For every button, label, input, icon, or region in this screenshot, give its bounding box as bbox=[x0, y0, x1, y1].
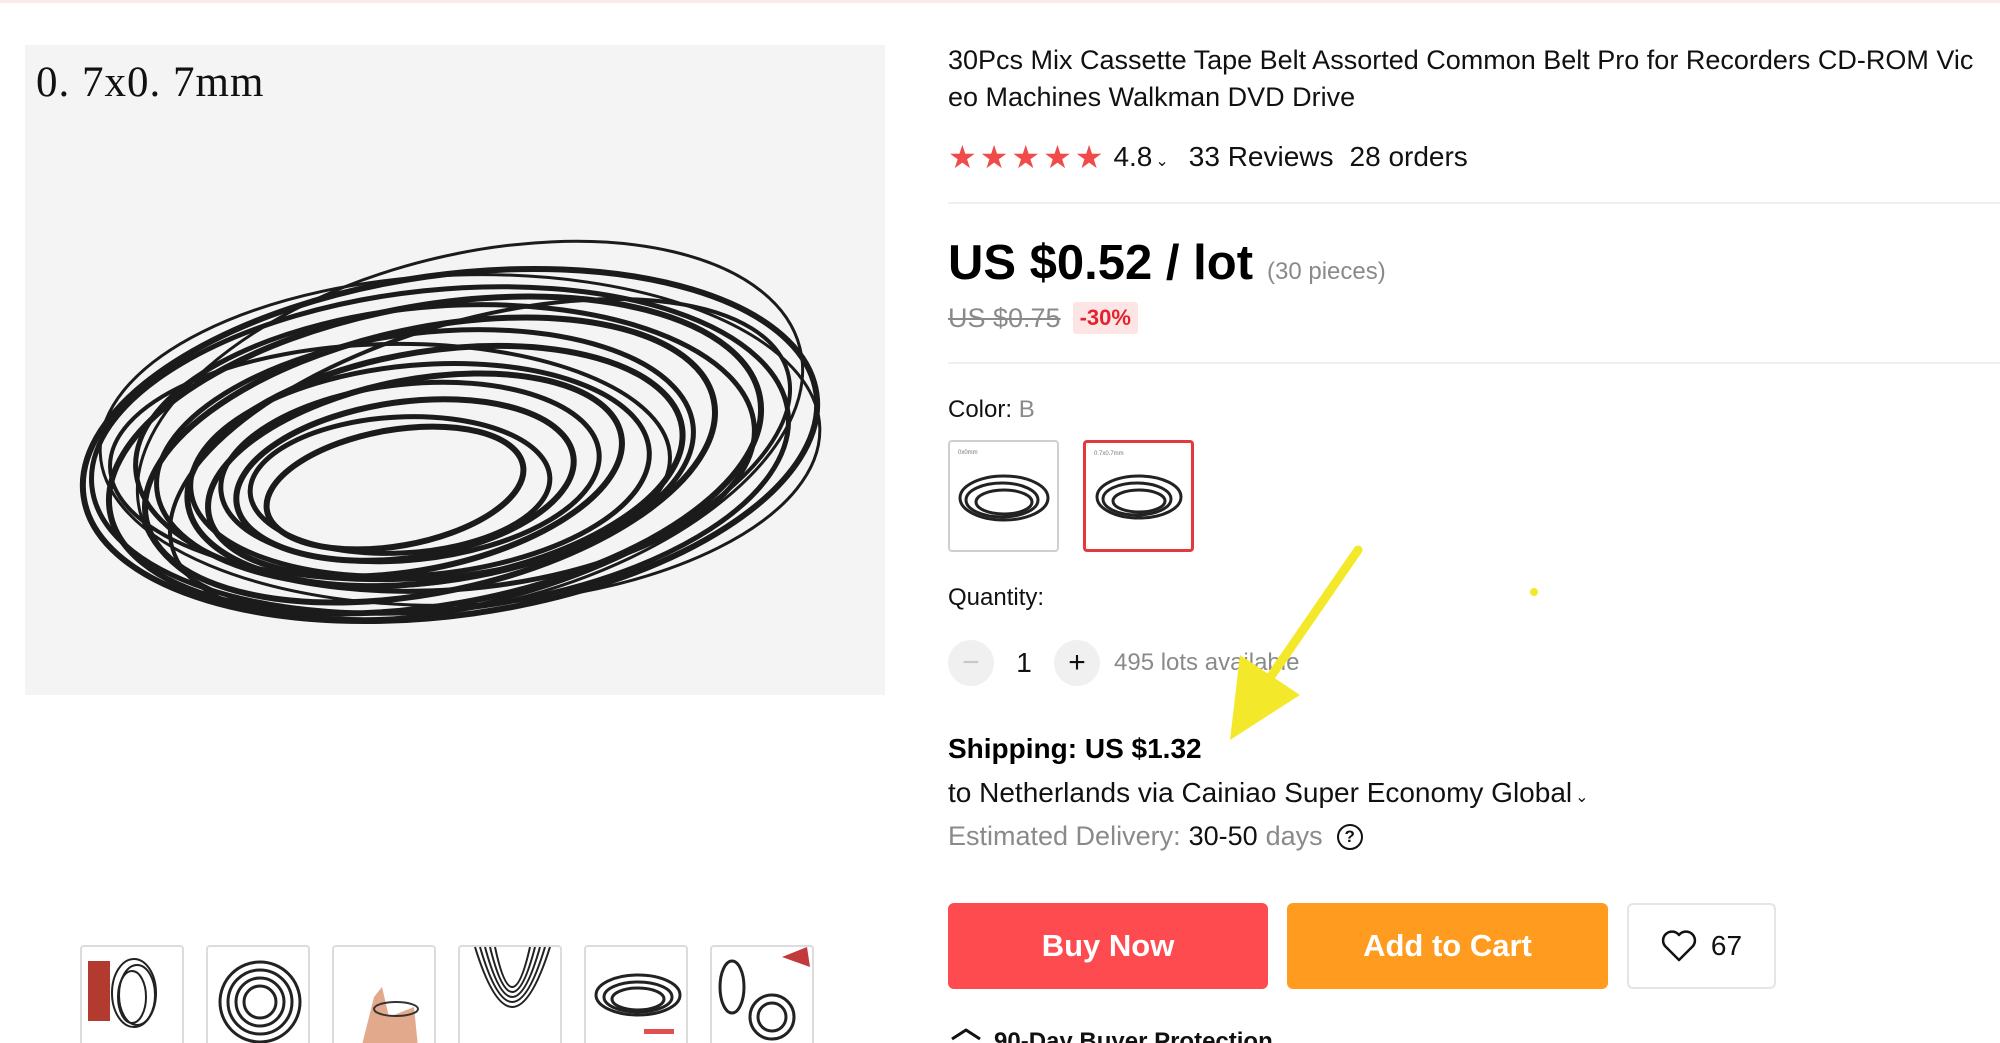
quantity-increase-button[interactable]: + bbox=[1054, 640, 1100, 686]
star-icon: ★ bbox=[1043, 139, 1072, 175]
orders-count: 28 orders bbox=[1349, 141, 1468, 172]
star-icon: ★ bbox=[948, 139, 977, 175]
top-rule bbox=[0, 0, 2000, 3]
thumbnail-6[interactable] bbox=[710, 945, 814, 1043]
delivery-unit: days bbox=[1265, 821, 1323, 851]
shield-icon bbox=[951, 1028, 981, 1041]
swatch-image bbox=[1095, 474, 1183, 520]
shipping-route: to Netherlands via Cainiao Super Economy… bbox=[948, 777, 1573, 808]
chevron-down-icon: ⌄ bbox=[1575, 789, 1589, 806]
original-price-row: US $0.75 -30% bbox=[948, 302, 1138, 334]
color-option-a[interactable]: 0x0mm bbox=[948, 440, 1059, 552]
swatch-tag: 0.7x0.7mm bbox=[1094, 451, 1124, 457]
divider bbox=[948, 362, 2000, 364]
thumbnail-strip bbox=[80, 945, 814, 1043]
belt-coil-illustration bbox=[79, 239, 822, 625]
thumbnail-5[interactable] bbox=[584, 945, 688, 1043]
add-to-cart-button[interactable]: Add to Cart bbox=[1287, 903, 1608, 989]
annotation-dot bbox=[1530, 588, 1538, 596]
current-price: US $0.52 / lot bbox=[948, 236, 1254, 290]
thumbnail-4[interactable] bbox=[458, 945, 562, 1043]
rating-value: 4.8 bbox=[1113, 141, 1153, 172]
wishlist-count: 67 bbox=[1710, 930, 1743, 961]
price-row: US $0.52 / lot (30 pieces) bbox=[948, 235, 1386, 291]
rating-value-dropdown[interactable]: 4.8 ⌄ bbox=[1113, 141, 1168, 173]
price-pieces: (30 pieces) bbox=[1267, 258, 1386, 285]
wishlist-button[interactable]: 67 bbox=[1627, 903, 1776, 989]
divider bbox=[948, 202, 2000, 204]
star-icon: ★ bbox=[1074, 139, 1104, 175]
buyer-protection-label: 90-Day Buyer Protection bbox=[994, 1028, 1273, 1043]
product-title-line-2: eo Machines Walkman DVD Drive bbox=[948, 82, 1356, 112]
thumbnail-1[interactable] bbox=[80, 945, 184, 1043]
delivery-label: Estimated Delivery: bbox=[948, 821, 1181, 851]
product-title-line-1: 30Pcs Mix Cassette Tape Belt Assorted Co… bbox=[948, 45, 1974, 75]
original-price: US $0.75 bbox=[948, 302, 1061, 333]
rating-row: ★ ★ ★ ★ ★ 4.8 ⌄ 33 Reviews 28 orders bbox=[948, 138, 1468, 176]
swatch-image bbox=[958, 474, 1050, 522]
heart-icon bbox=[1661, 930, 1697, 962]
reviews-link[interactable]: 33 Reviews bbox=[1189, 141, 1334, 173]
delivery-days: 30-50 bbox=[1188, 821, 1258, 851]
discount-badge: -30% bbox=[1072, 302, 1138, 334]
quantity-label: Quantity: bbox=[948, 584, 1045, 611]
help-icon[interactable]: ? bbox=[1336, 823, 1363, 850]
buy-now-button[interactable]: Buy Now bbox=[948, 903, 1268, 989]
image-size-caption: 0. 7x0. 7mm bbox=[36, 59, 265, 106]
product-title: 30Pcs Mix Cassette Tape Belt Assorted Co… bbox=[948, 42, 2000, 116]
color-label: Color: B bbox=[948, 396, 1035, 423]
swatch-tag: 0x0mm bbox=[958, 450, 978, 456]
star-rating: ★ ★ ★ ★ ★ bbox=[948, 141, 1103, 173]
quantity-value[interactable]: 1 bbox=[994, 647, 1054, 679]
color-option-b[interactable]: 0.7x0.7mm bbox=[1083, 440, 1194, 552]
shipping-method-dropdown[interactable]: to Netherlands via Cainiao Super Economy… bbox=[948, 777, 1589, 809]
shipping-price: Shipping: US $1.32 bbox=[948, 733, 1202, 764]
annotation-arrow bbox=[1230, 545, 1363, 740]
thumbnail-2[interactable] bbox=[206, 945, 310, 1043]
star-icon: ★ bbox=[979, 139, 1009, 175]
thumbnail-3[interactable] bbox=[332, 945, 436, 1043]
chevron-down-icon: ⌄ bbox=[1155, 153, 1169, 170]
star-icon: ★ bbox=[1011, 139, 1041, 175]
quantity-decrease-button[interactable]: − bbox=[948, 640, 994, 686]
buyer-protection[interactable]: 90-Day Buyer Protection bbox=[948, 1027, 1273, 1043]
estimated-delivery: Estimated Delivery: 30-50 days ? bbox=[948, 821, 1363, 852]
selected-color-value: B bbox=[1018, 396, 1035, 423]
